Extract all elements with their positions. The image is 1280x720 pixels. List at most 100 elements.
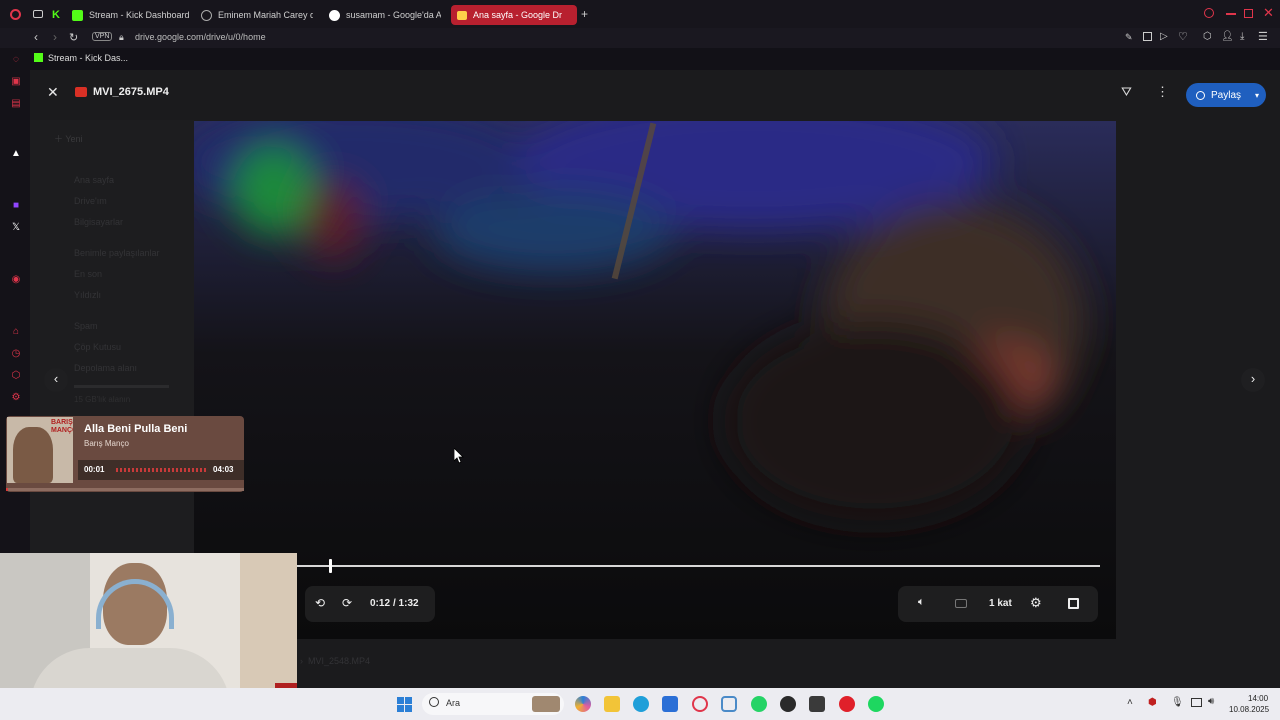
x-icon[interactable]: 𝕏 — [10, 222, 22, 234]
obs-icon[interactable] — [780, 696, 796, 712]
url-field[interactable]: drive.google.com/drive/u/0/home — [135, 32, 266, 42]
browser-tab-bar: K Stream - Kick Dashboard Eminem Mariah … — [0, 0, 1280, 28]
microphone-icon[interactable]: 🎙︎ — [1171, 697, 1184, 708]
search-tabs-icon[interactable] — [1204, 8, 1214, 18]
music-duration: 04:03 — [213, 465, 234, 474]
lock-icon: 🔒︎ — [119, 32, 124, 42]
download-icon[interactable]: ⤓ — [1240, 31, 1244, 42]
clock-time[interactable]: 14:00 — [1248, 694, 1268, 703]
heart-icon[interactable]: ♡ — [1178, 30, 1188, 43]
forward-icon[interactable]: › — [53, 30, 57, 44]
app-icon[interactable]: ▲ — [10, 148, 22, 160]
tab-kick-dashboard[interactable]: Stream - Kick Dashboard — [72, 5, 190, 25]
vpn-badge[interactable]: VPN — [92, 32, 113, 41]
tab-google-search[interactable]: susamam - Google'da Ar — [329, 5, 441, 25]
whatsapp-icon[interactable] — [751, 696, 767, 712]
nav-computers[interactable]: Bilgisayarlar — [74, 212, 160, 233]
video-player[interactable] — [194, 121, 1116, 639]
pin-icon[interactable]: ✎ — [1125, 32, 1133, 43]
minimize-icon[interactable] — [1226, 13, 1236, 15]
tray-chevron-icon[interactable]: ˄ — [1127, 697, 1133, 708]
profile-icon[interactable]: 👤︎ — [1221, 31, 1234, 42]
windows-start-icon[interactable] — [397, 697, 412, 712]
shopping-icon[interactable]: ▣ — [10, 76, 22, 88]
snapshot-icon[interactable] — [1143, 32, 1152, 41]
close-viewer-icon[interactable]: ✕ — [47, 84, 59, 101]
tab-label: Stream - Kick Dashboard — [89, 10, 190, 20]
copilot-icon[interactable] — [575, 696, 591, 712]
network-app-icon[interactable] — [721, 696, 737, 712]
address-bar-row: ‹ › ↻ VPN 🔒︎ drive.google.com/drive/u/0/… — [0, 28, 1280, 48]
rewind-10-icon[interactable]: ⟲ — [315, 596, 325, 610]
history-icon[interactable]: ◷ — [10, 348, 22, 360]
share-label: Paylaş — [1211, 89, 1242, 101]
nav-trash[interactable]: Çöp Kutusu — [74, 337, 160, 358]
reload-icon[interactable]: ↻ — [69, 31, 78, 44]
tab-label: Ana sayfa - Google Dr — [473, 10, 563, 20]
nav-shared[interactable]: Benimle paylaşılanlar — [74, 243, 160, 264]
store-icon[interactable] — [662, 696, 678, 712]
kick-icon[interactable]: K — [52, 9, 60, 21]
next-file-button[interactable]: › — [1241, 368, 1265, 392]
extensions-sidebar-icon[interactable]: ⬡ — [10, 370, 22, 382]
tab-google-drive[interactable]: Ana sayfa - Google Dr — [451, 5, 577, 25]
file-explorer-icon[interactable] — [604, 696, 620, 712]
pin-sidebar-icon[interactable]: ⌂ — [10, 326, 22, 338]
previous-file-button[interactable]: ‹ — [44, 368, 68, 392]
forward-10-icon[interactable]: ⟳ — [342, 596, 352, 610]
search-icon — [429, 697, 439, 707]
gamepad-icon[interactable] — [33, 10, 43, 18]
back-icon[interactable]: ‹ — [34, 30, 38, 44]
captions-icon[interactable] — [955, 599, 967, 608]
network-icon[interactable] — [1191, 698, 1202, 707]
maximize-icon[interactable] — [1244, 9, 1253, 18]
volume-icon[interactable]: 🔈︎ — [918, 596, 925, 609]
nav-home[interactable]: Ana sayfa — [74, 170, 160, 191]
new-tab-icon[interactable]: + — [581, 7, 588, 21]
add-to-drive-icon[interactable]: ⛛ — [1121, 84, 1132, 100]
nav-recent[interactable]: En son — [74, 264, 160, 285]
nav-my-drive[interactable]: Drive'ım — [74, 191, 160, 212]
wallet-icon[interactable]: ▤ — [10, 98, 22, 110]
share-button[interactable]: Paylaş ▾ — [1186, 83, 1266, 107]
extensions-icon[interactable]: ⬡ — [1203, 31, 1212, 42]
new-label: Yeni — [65, 134, 83, 144]
nav-storage[interactable]: Depolama alanı — [74, 358, 160, 379]
menu-icon[interactable]: ☰ — [1258, 30, 1268, 43]
video-file-icon — [75, 87, 87, 97]
tab-eminem[interactable]: Eminem Mariah Carey di — [201, 5, 313, 25]
youtube-music-icon[interactable] — [839, 696, 855, 712]
volume-tray-icon[interactable]: 🔊︎ — [1208, 696, 1214, 707]
video-progress-thumb[interactable] — [329, 559, 333, 573]
settings-icon[interactable]: ⚙ — [1030, 595, 1042, 611]
search-highlight-icon — [532, 696, 560, 712]
globe-icon — [1196, 90, 1205, 100]
close-window-icon[interactable]: ✕ — [1263, 5, 1274, 21]
nav-spam[interactable]: Spam — [74, 316, 160, 337]
player-icon[interactable]: ◉ — [10, 274, 22, 286]
nav-starred[interactable]: Yıldızlı — [74, 285, 160, 306]
taskbar-search[interactable]: Ara — [422, 693, 564, 715]
spotify-icon[interactable] — [868, 696, 884, 712]
more-options-icon[interactable]: ⋮ — [1156, 84, 1169, 100]
new-button[interactable]: ＋ Yeni — [54, 132, 83, 145]
video-progress-track[interactable] — [297, 565, 1100, 567]
edge-icon[interactable] — [633, 696, 649, 712]
player-options: 🔈︎ 1 kat ⚙ — [898, 586, 1098, 622]
bookmark-kick[interactable]: Stream - Kick Das... — [48, 53, 128, 63]
speed-button[interactable]: 1 kat — [989, 598, 1012, 609]
media-app-icon[interactable] — [809, 696, 825, 712]
opera-gx-icon[interactable] — [692, 696, 708, 712]
opera-logo-icon[interactable] — [10, 9, 21, 20]
chevron-down-icon[interactable]: ▾ — [1255, 91, 1259, 100]
tray-app-icon[interactable]: ⬢ — [1148, 697, 1157, 708]
breadcrumb: › MVI_2548.MP4 — [300, 656, 371, 666]
clock-date[interactable]: 10.08.2025 — [1229, 705, 1269, 714]
aria-icon[interactable]: ◌ — [10, 54, 22, 66]
fullscreen-icon[interactable] — [1068, 598, 1079, 609]
song-artist: Barış Manço — [84, 439, 129, 448]
twitch-icon[interactable]: ■ — [10, 200, 22, 212]
settings-sidebar-icon[interactable]: ⚙ — [10, 392, 22, 404]
taskbar-search-label: Ara — [446, 698, 461, 708]
play-icon[interactable]: ▷ — [1160, 31, 1168, 42]
